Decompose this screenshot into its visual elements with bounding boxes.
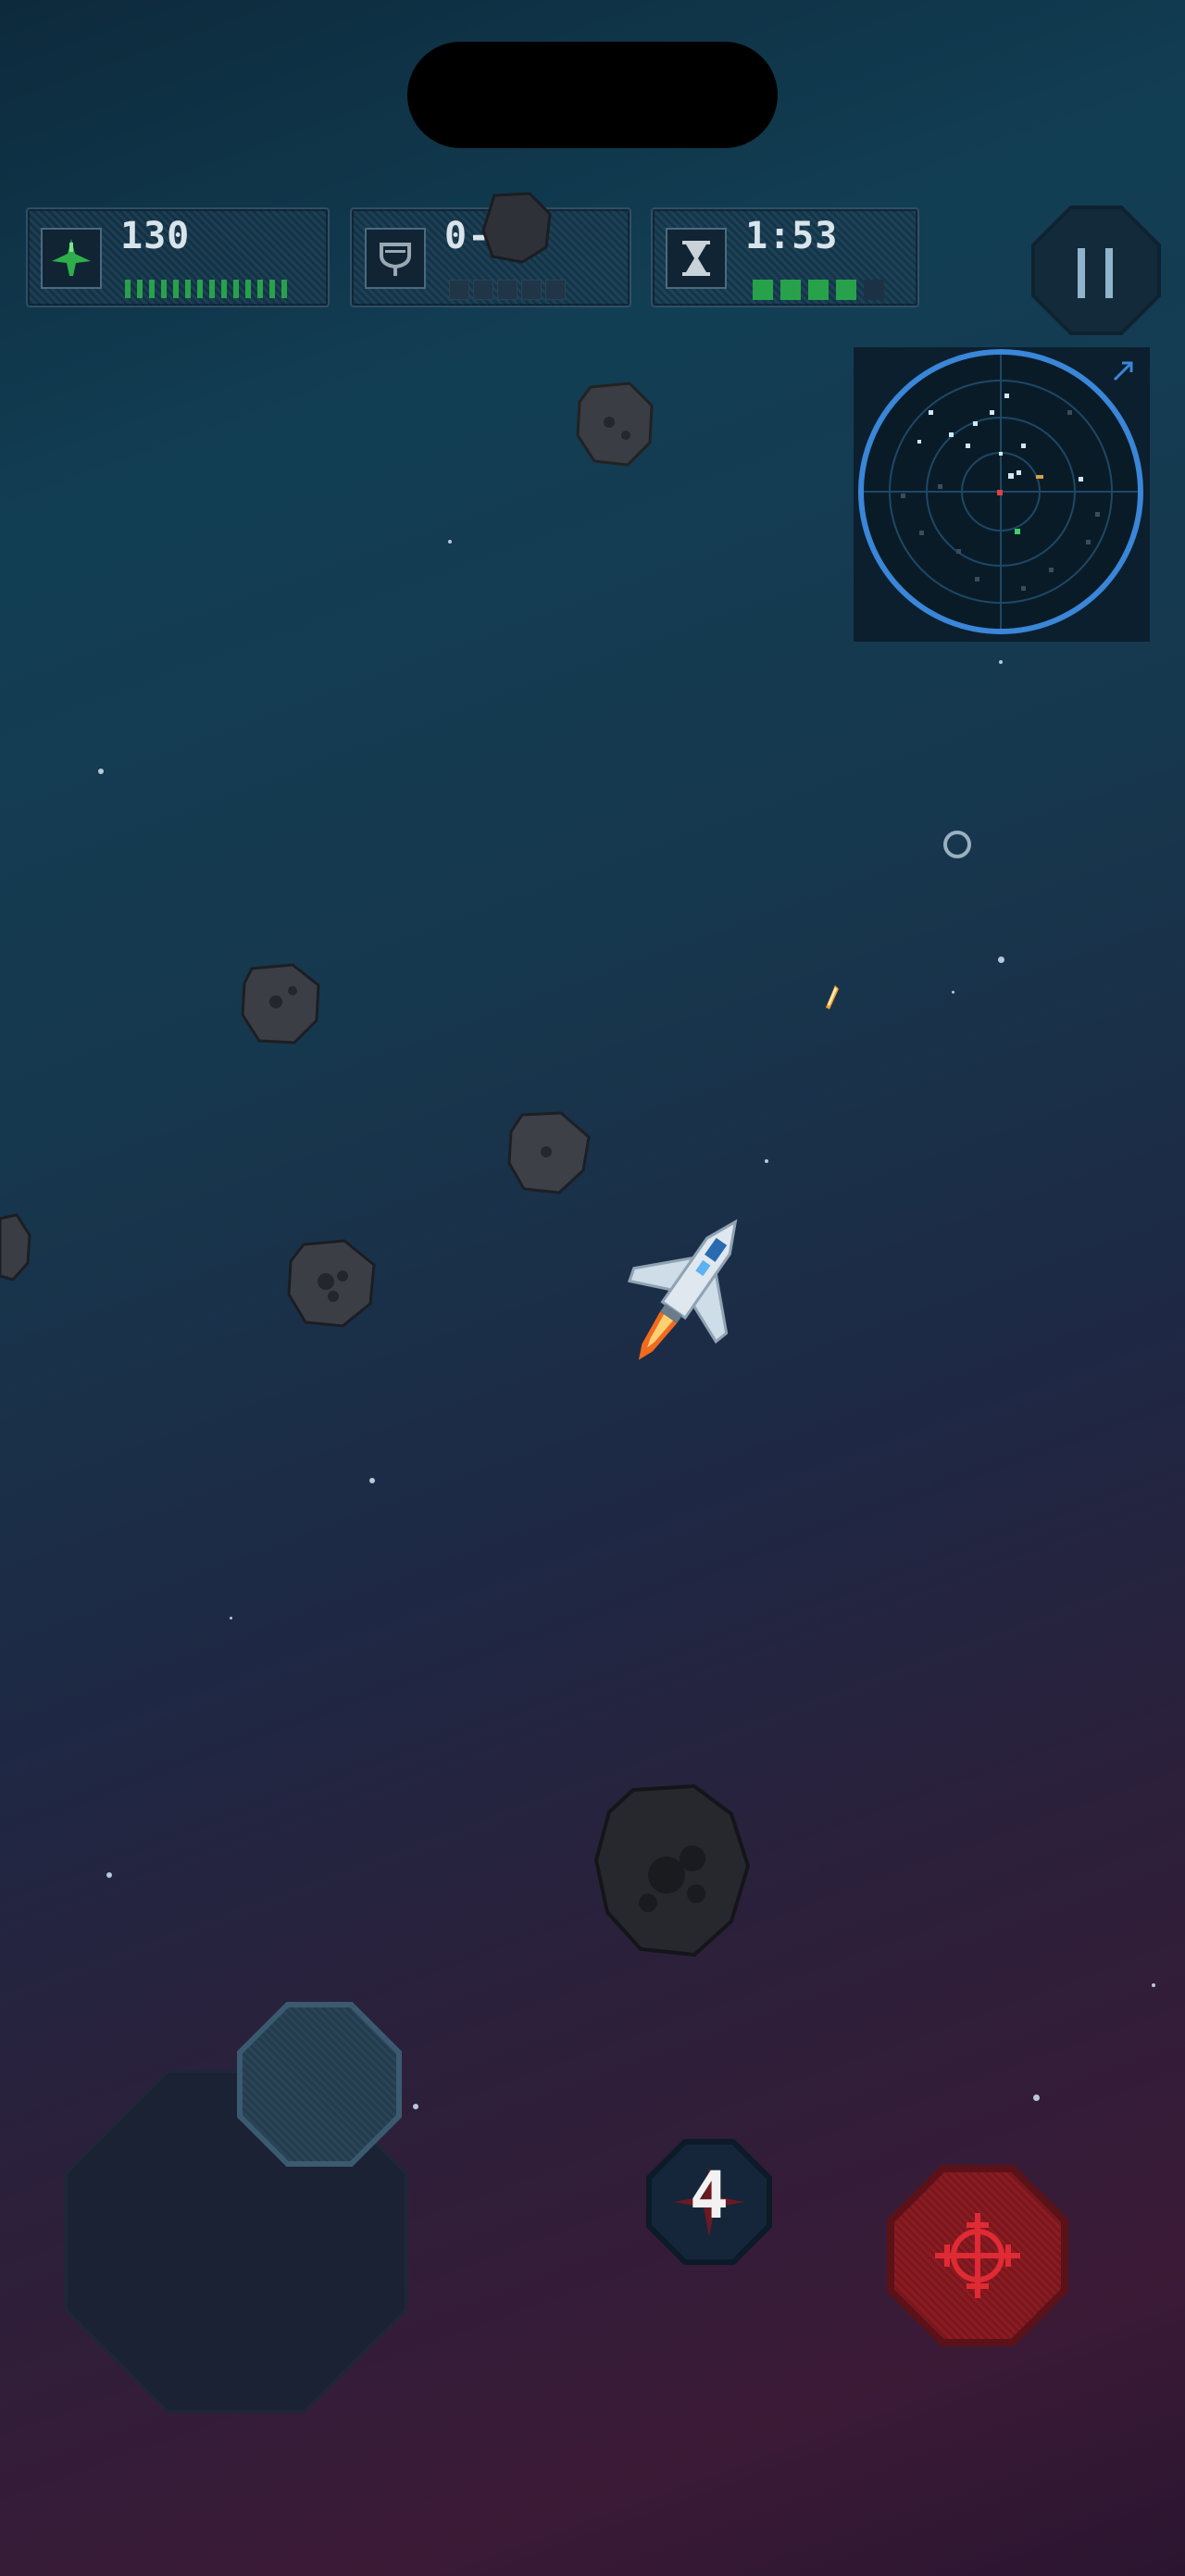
bomb-count: 4: [689, 2157, 730, 2233]
ship-icon: [41, 228, 102, 289]
pause-button[interactable]: [1031, 206, 1161, 335]
asteroid: [239, 963, 322, 1048]
asteroid: [505, 1111, 592, 1198]
laser-bolt: [824, 983, 839, 1015]
score-bar: [125, 280, 287, 298]
timer-panel: 1:53: [651, 207, 919, 307]
asteroid: [285, 1239, 378, 1332]
target-ring: [941, 828, 974, 865]
expand-map-icon[interactable]: [1111, 359, 1135, 387]
bomb-button[interactable]: 4: [646, 2139, 772, 2265]
fire-button[interactable]: [887, 2165, 1068, 2346]
timer-bar: [753, 280, 884, 300]
score-panel: 130: [26, 207, 330, 307]
asteroid: [574, 381, 655, 470]
device-notch: [407, 42, 778, 148]
radar: [858, 349, 1143, 634]
timer-value: 1:53: [745, 215, 839, 257]
hourglass-icon: [666, 228, 727, 289]
pause-icon: [1035, 209, 1157, 331]
score-value: 130: [120, 215, 191, 257]
player-ship: [611, 1204, 768, 1383]
asteroid: [480, 190, 554, 268]
asteroid: [592, 1782, 751, 1962]
kills-bar: [449, 280, 566, 300]
trophy-icon: [365, 228, 426, 289]
asteroid: [0, 1213, 31, 1285]
crosshair-icon: [935, 2213, 1020, 2298]
